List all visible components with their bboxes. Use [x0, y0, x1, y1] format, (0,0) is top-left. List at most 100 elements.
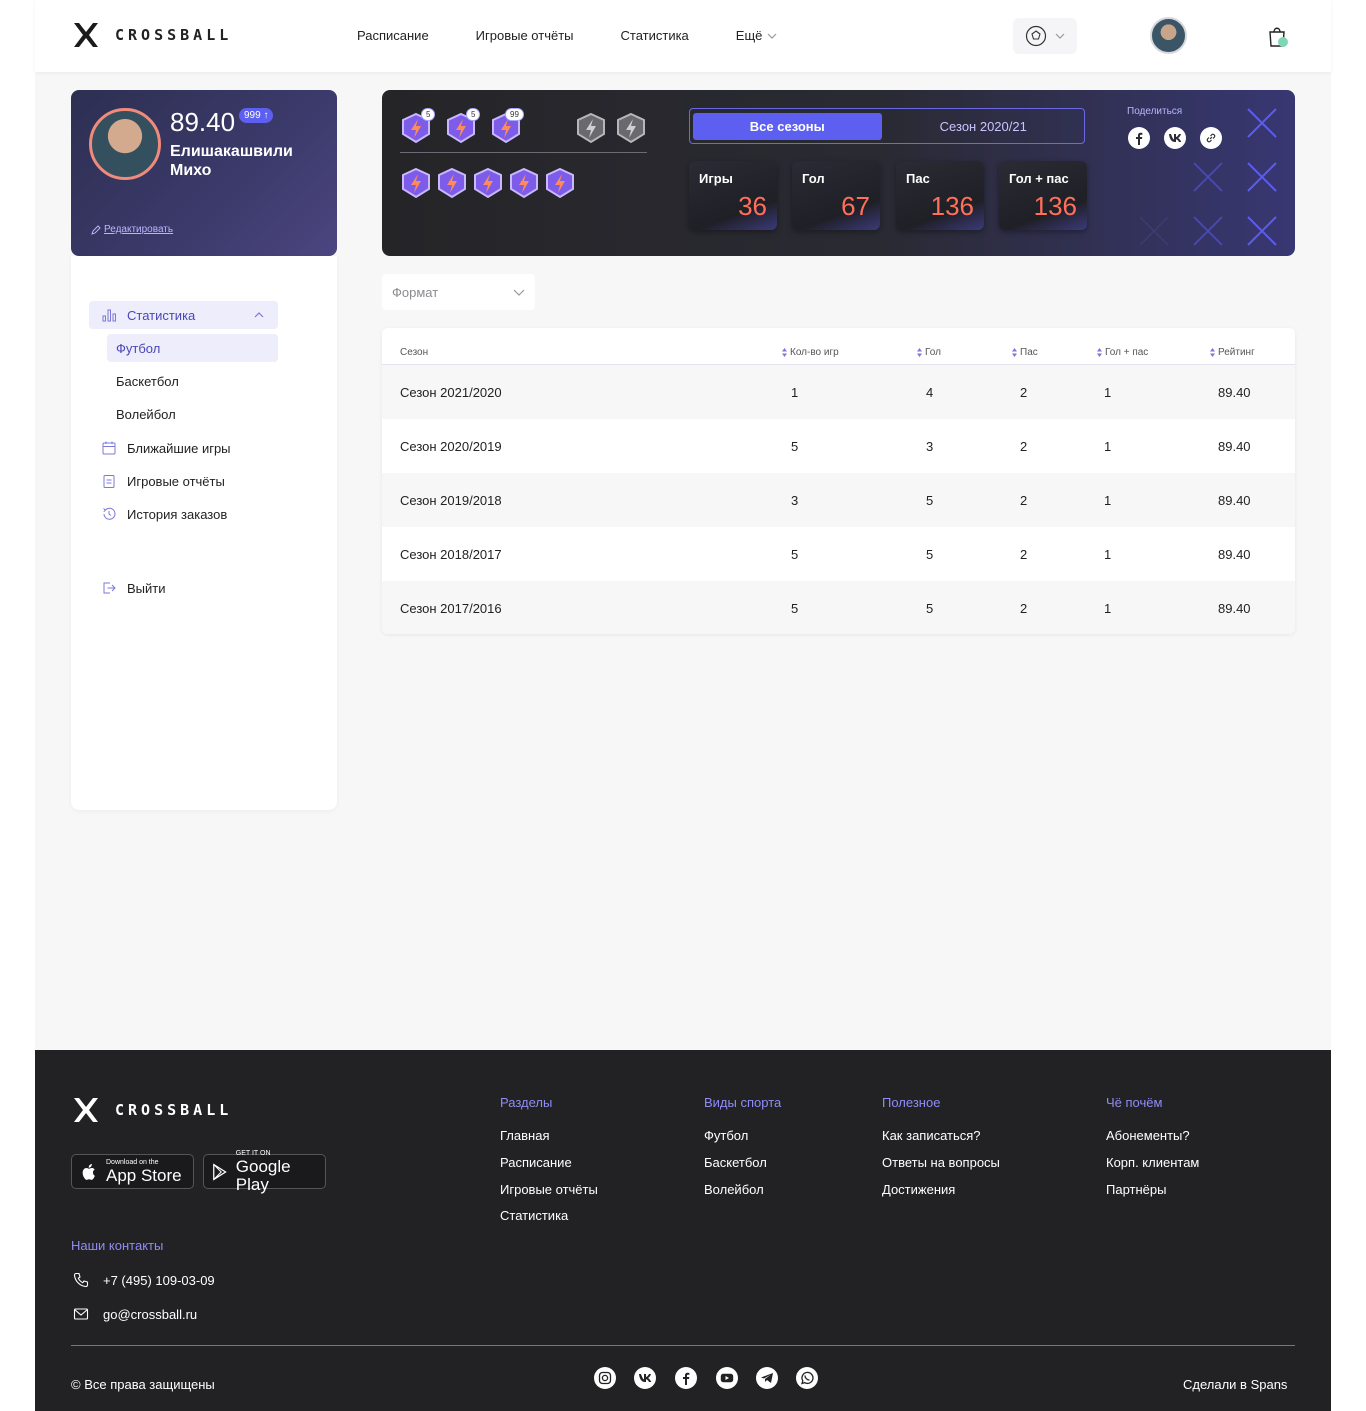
cell-goals-passes: 1	[1104, 601, 1112, 616]
whatsapp-icon	[801, 1371, 814, 1385]
contact-phone[interactable]: +7 (495) 109-03-09	[73, 1272, 215, 1288]
footer-link[interactable]: Футбол	[704, 1128, 748, 1143]
mail-icon	[73, 1308, 89, 1320]
column-header-goals[interactable]: Гол	[917, 347, 941, 358]
made-by: Сделали в Spans	[1183, 1377, 1288, 1392]
social-vk[interactable]	[634, 1367, 656, 1389]
footer-link[interactable]: Абонементы?	[1106, 1128, 1190, 1143]
footer-logo[interactable]: CROSSBALL	[71, 1095, 232, 1125]
footer-link[interactable]: Главная	[500, 1128, 549, 1143]
format-dropdown[interactable]: Формат	[382, 274, 535, 310]
email-address: go@crossball.ru	[103, 1306, 198, 1322]
footer-link[interactable]: Партнёры	[1106, 1182, 1166, 1197]
cell-season: Сезон 2021/2020	[400, 385, 502, 400]
footer-heading-pricing: Чё почём	[1106, 1095, 1163, 1110]
sidebar-item-label: История заказов	[127, 506, 228, 522]
footer-link[interactable]: Как записаться?	[882, 1128, 981, 1143]
sidebar: Статистика Футбол Баскетбол Волейбол Бли…	[71, 256, 337, 810]
sidebar-item-football[interactable]: Футбол	[107, 334, 278, 362]
footer-link[interactable]: Достижения	[882, 1182, 955, 1197]
sort-icon	[1097, 348, 1102, 357]
stat-card-goals: Гол 67	[792, 161, 880, 230]
sidebar-item-game-reports[interactable]: Игровые отчёты	[101, 467, 225, 495]
stats-banner: 5 5 99 Все сезоны Сезон 2020/21 Игры 36 …	[382, 90, 1295, 256]
table-row[interactable]: Сезон 2017/2016 5 5 2 1 89.40	[382, 581, 1295, 634]
column-header-goals-passes[interactable]: Гол + пас	[1097, 347, 1148, 358]
column-header-passes[interactable]: Пас	[1012, 347, 1038, 358]
contacts-heading: Наши контакты	[71, 1238, 164, 1253]
header-label: Кол-во игр	[790, 347, 839, 358]
footer-link[interactable]: Расписание	[500, 1155, 572, 1170]
sidebar-item-statistics[interactable]: Статистика	[89, 301, 278, 329]
sidebar-item-order-history[interactable]: История заказов	[101, 500, 227, 528]
nav-schedule[interactable]: Расписание	[357, 28, 429, 43]
locked-badge[interactable]	[575, 112, 607, 144]
table-row[interactable]: Сезон 2021/2020 1 4 2 1 89.40	[382, 365, 1295, 419]
phone-number: +7 (495) 109-03-09	[103, 1272, 215, 1288]
sidebar-item-volleyball[interactable]: Волейбол	[116, 400, 176, 428]
table-row[interactable]: Сезон 2020/2019 5 3 2 1 89.40	[382, 419, 1295, 473]
footer-link[interactable]: Статистика	[500, 1208, 568, 1223]
bag-icon	[1269, 27, 1288, 47]
stat-label: Игры	[699, 171, 733, 186]
tab-season-2020-21[interactable]: Сезон 2020/21	[886, 113, 1081, 140]
footer-heading-sections: Разделы	[500, 1095, 553, 1110]
app-store-button[interactable]: Download on the App Store	[71, 1154, 194, 1189]
cell-goals-passes: 1	[1104, 493, 1112, 508]
lightning-badge-locked-icon	[577, 112, 605, 144]
achievement-badge[interactable]	[400, 167, 432, 199]
table-row[interactable]: Сезон 2018/2017 5 5 2 1 89.40	[382, 527, 1295, 581]
logout-button[interactable]: Выйти	[101, 574, 166, 602]
column-header-games[interactable]: Кол-во игр	[782, 347, 839, 358]
table-row[interactable]: Сезон 2019/2018 3 5 2 1 89.40	[382, 473, 1295, 527]
nav-more-label: Ещё	[735, 28, 763, 43]
locked-badge[interactable]	[615, 112, 647, 144]
achievement-badge[interactable]	[436, 167, 468, 199]
social-telegram[interactable]	[756, 1367, 778, 1389]
vk-icon	[639, 1374, 652, 1382]
lightning-badge-icon	[474, 167, 502, 199]
achievement-badge[interactable]	[544, 167, 576, 199]
user-avatar[interactable]	[1150, 17, 1187, 54]
nav-more[interactable]: Ещё	[736, 28, 778, 43]
footer-link[interactable]: Игровые отчёты	[500, 1182, 598, 1197]
edit-profile-link[interactable]: Редактировать	[91, 224, 173, 235]
player-name: Елишакашвили Михо	[170, 143, 293, 179]
cart-button[interactable]	[1265, 24, 1289, 55]
social-facebook[interactable]	[675, 1367, 697, 1389]
footer-heading-useful: Полезное	[882, 1095, 941, 1110]
telegram-icon	[761, 1373, 773, 1383]
stat-card-games: Игры 36	[689, 161, 777, 230]
cell-goals: 5	[926, 601, 934, 616]
cell-season: Сезон 2018/2017	[400, 547, 502, 562]
tab-all-seasons[interactable]: Все сезоны	[693, 112, 882, 140]
pencil-icon	[91, 224, 101, 235]
nav-game-reports[interactable]: Игровые отчёты	[476, 28, 574, 43]
sidebar-item-basketball[interactable]: Баскетбол	[116, 367, 179, 395]
social-instagram[interactable]	[594, 1367, 616, 1389]
social-youtube[interactable]	[716, 1367, 738, 1389]
footer-link[interactable]: Ответы на вопросы	[882, 1155, 1000, 1170]
contact-email[interactable]: go@crossball.ru	[73, 1306, 197, 1322]
google-play-button[interactable]: GET IT ON Google Play	[203, 1150, 326, 1193]
achievement-badge[interactable]	[508, 167, 540, 199]
nav-statistics[interactable]: Статистика	[621, 28, 689, 43]
cell-rating: 89.40	[1218, 493, 1251, 508]
footer-link[interactable]: Баскетбол	[704, 1155, 767, 1170]
footer-link[interactable]: Корп. клиентам	[1106, 1155, 1199, 1170]
achievement-badge[interactable]	[472, 167, 504, 199]
player-rating: 89.40	[170, 107, 236, 137]
footer-divider	[71, 1345, 1295, 1346]
social-whatsapp[interactable]	[796, 1367, 818, 1389]
logo[interactable]: CROSSBALL	[71, 20, 232, 50]
sidebar-item-label: Ближайшие игры	[127, 440, 231, 456]
stat-label: Пас	[906, 171, 930, 186]
sport-selector[interactable]	[1013, 18, 1077, 54]
cell-goals-passes: 1	[1104, 547, 1112, 562]
footer-link[interactable]: Волейбол	[704, 1182, 764, 1197]
stat-label: Гол + пас	[1009, 171, 1069, 186]
sidebar-item-upcoming-games[interactable]: Ближайшие игры	[101, 434, 231, 462]
chart-icon	[101, 307, 117, 323]
column-header-rating[interactable]: Рейтинг	[1210, 347, 1255, 358]
google-play-icon	[213, 1162, 227, 1181]
